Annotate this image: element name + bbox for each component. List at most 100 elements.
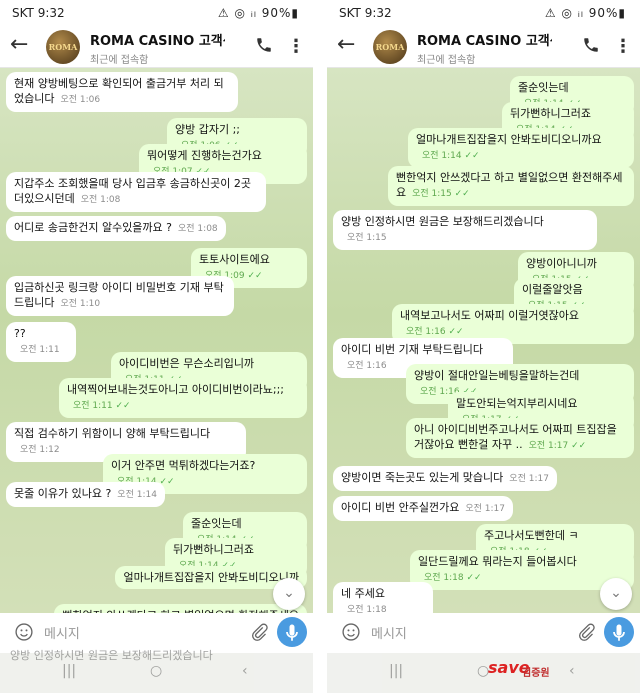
message-time: 오전 1:08: [178, 224, 218, 234]
message-text: 아니 아이디비번주고나서도 어짜피 트집잡을거잖아요 뻔한걸 자꾸 ..: [414, 423, 617, 451]
home-icon[interactable]: ○: [150, 663, 162, 679]
recent-apps-icon[interactable]: |||: [389, 663, 403, 679]
message-time: 오전 1:17 ✓✓: [528, 441, 587, 451]
message-time: 오전 1:16: [347, 361, 387, 371]
read-check-icon: ✓✓: [451, 189, 470, 199]
incoming-message[interactable]: 양방 인정하시면 원금은 보장해드리겠습니다오전 1:15: [333, 210, 597, 250]
read-check-icon: ✓✓: [112, 401, 131, 411]
incoming-message[interactable]: 지갑주소 조회했을때 당사 입금후 송금하신곳이 2곳 더있으시던데 오전 1:0…: [6, 172, 266, 212]
back-arrow-icon[interactable]: ←: [337, 32, 355, 57]
chat-header: ← ROMA ROMA CASINO 고객센 최근에 접속함 ⋮: [0, 26, 313, 68]
incoming-message[interactable]: 어디로 송금한건지 알수있을까요 ? 오전 1:08: [6, 216, 226, 241]
microphone-icon: [613, 624, 625, 641]
emoji-icon[interactable]: [341, 622, 361, 642]
message-text: 뒤가뻔하니그러죠: [510, 107, 591, 120]
message-text: 어디로 송금한건지 알수있을까요 ?: [14, 221, 173, 234]
message-time: 오전 1:14: [117, 490, 157, 500]
message-text: 아이디 비번 안주실껀가요: [341, 501, 460, 514]
avatar[interactable]: ROMA: [373, 30, 407, 64]
watermark-logo: save 검증원: [478, 650, 634, 690]
message-text: 직접 검수하기 위함이니 양해 부탁드립니다: [14, 427, 211, 440]
screenshot-root: SKT 9:32 ⚠ ◎ ᵢₗ 90%▮ ← ROMA ROMA CASINO …: [0, 0, 640, 693]
emoji-icon[interactable]: [14, 622, 34, 642]
attachment-icon[interactable]: [249, 622, 269, 642]
attachment-icon[interactable]: [576, 622, 596, 642]
message-input[interactable]: 메시지: [371, 623, 407, 642]
incoming-message[interactable]: ?? 오전 1:11: [6, 322, 76, 362]
outgoing-message[interactable]: 뻔한억지 안쓰겠다고 하고 별일없으면 환전해주세요 오전 1:15 ✓✓: [388, 166, 634, 206]
message-input-bar: 메시지: [327, 613, 640, 653]
phone-call-icon[interactable]: [255, 36, 273, 54]
message-text: 뭐어떻게 진행하는건가요: [147, 149, 262, 162]
voice-record-button[interactable]: [277, 617, 307, 647]
message-time: 오전 1:11 ✓✓: [73, 401, 131, 411]
read-check-icon: ✓✓: [244, 271, 263, 281]
recent-apps-icon[interactable]: |||: [62, 663, 76, 679]
message-input[interactable]: 메시지: [44, 623, 80, 642]
message-text: 양방이면 죽는곳도 있는게 맞습니다: [341, 471, 504, 484]
more-options-icon[interactable]: ⋮: [287, 36, 305, 57]
message-text: 얼마나개트집잡을지 안봐도비디오니까: [123, 571, 299, 584]
message-text: 내역찍어보내는것도아니고 아이디비번이라뇨;;;: [67, 383, 285, 396]
message-text: 일단드릴께요 뭐라는지 들어봅시다: [418, 555, 577, 568]
message-time: 오전 1:15: [347, 233, 387, 243]
incoming-message[interactable]: 현재 양방베팅으로 확인되어 출금거부 처리 되었습니다 오전 1:06: [6, 72, 238, 112]
incoming-message[interactable]: 입금하신곳 링크랑 아이디 비밀번호 기재 부탁드립니다 오전 1:10: [6, 276, 234, 316]
read-check-icon: ✓✓: [568, 441, 587, 451]
phone-call-icon[interactable]: [582, 36, 600, 54]
message-text: 아이디 비번 기재 부탁드립니다: [341, 343, 484, 356]
message-text: 얼마나개트집잡을지 안봐도비디오니까요: [416, 133, 602, 146]
chat-title-block[interactable]: ROMA CASINO 고객센 최근에 접속함: [90, 30, 225, 66]
message-time: 오전 1:08: [80, 195, 121, 205]
system-nav-bar: 양방 인정하시면 원금은 보장해드리겠습니다 ||| ○ ‹: [0, 649, 313, 693]
message-text: 이거 안주면 먹튀하겠다는거죠?: [111, 459, 256, 472]
incoming-message[interactable]: 아이디 비번 안주실껀가요 오전 1:17: [333, 496, 513, 521]
status-indicators: ⚠ ◎ ᵢₗ 90%▮: [217, 6, 299, 20]
scroll-down-button[interactable]: ⌄: [600, 578, 632, 610]
chat-title: ROMA CASINO 고객센: [90, 34, 225, 49]
message-text: 이럴줄알앗음: [522, 283, 583, 296]
message-text: 양방이 절대안일는베팅을말하는건데: [414, 369, 580, 382]
read-check-icon: ✓✓: [461, 151, 480, 161]
chat-header: ← ROMA ROMA CASINO 고객센 최근에 접속함 ⋮: [327, 26, 640, 68]
message-time: 오전 1:06: [60, 95, 101, 105]
message-time: 오전 1:17: [509, 474, 549, 484]
incoming-message[interactable]: 못줄 이유가 있나요 ? 오전 1:14: [6, 482, 165, 507]
message-list[interactable]: 현재 양방베팅으로 확인되어 출금거부 처리 되었습니다 오전 1:06 양방 갑자…: [0, 68, 313, 613]
watermark-org: 검증원: [522, 668, 550, 679]
system-back-icon[interactable]: ‹: [242, 663, 248, 679]
message-text: 말도안되는억지부리시네요: [456, 397, 578, 410]
message-text: 입금하신곳 링크랑 아이디 비밀번호 기재 부탁드립니다: [14, 281, 224, 309]
outgoing-message[interactable]: 일단드릴께요 뭐라는지 들어봅시다오전 1:18 ✓✓: [410, 550, 634, 590]
chat-title: ROMA CASINO 고객센: [417, 34, 552, 49]
back-arrow-icon[interactable]: ←: [10, 32, 28, 57]
message-time: 오전 1:12: [20, 445, 60, 455]
message-text: 네 주세요: [341, 587, 385, 600]
incoming-message[interactable]: 양방이면 죽는곳도 있는게 맞습니다 오전 1:17: [333, 466, 557, 491]
status-time: SKT 9:32: [12, 6, 65, 20]
more-options-icon[interactable]: ⋮: [614, 36, 632, 57]
message-text: 내역보고나서도 어짜피 이럴거엿잖아요: [400, 309, 580, 322]
message-text: 지갑주소 조회했을때 당사 입금후 송금하신곳이 2곳 더있으시던데: [14, 177, 251, 205]
voice-record-button[interactable]: [604, 617, 634, 647]
outgoing-message[interactable]: 아니 아이디비번주고나서도 어짜피 트집잡을거잖아요 뻔한걸 자꾸 .. 오전 1…: [406, 418, 634, 458]
read-check-icon: ✓✓: [445, 327, 464, 337]
avatar[interactable]: ROMA: [46, 30, 80, 64]
outgoing-message[interactable]: 뻔한억지 안쓰겠다고 하고 별일없으면 환전해주세요: [54, 604, 307, 613]
scroll-down-button[interactable]: ⌄: [273, 578, 305, 610]
incoming-message[interactable]: 네 주세요오전 1:18: [333, 582, 433, 613]
message-text: 줄순잇는데: [191, 517, 242, 530]
chat-subtitle: 최근에 접속함: [417, 55, 476, 66]
message-text: 토토사이트에요: [199, 253, 270, 266]
phone-screen-right: SKT 9:32 ⚠ ◎ ᵢₗ 90%▮ ← ROMA ROMA CASINO …: [327, 0, 640, 693]
message-text: 줄순잇는데: [518, 81, 569, 94]
chat-title-block[interactable]: ROMA CASINO 고객센 최근에 접속함: [417, 30, 552, 66]
chat-subtitle: 최근에 접속함: [90, 55, 149, 66]
message-time: 오전 1:17: [465, 504, 505, 514]
message-list[interactable]: 줄순잇는데오전 1:14 ✓✓뒤가뻔하니그러죠오전 1:14 ✓✓얼마나개트집잡…: [327, 68, 640, 613]
status-bar: SKT 9:32 ⚠ ◎ ᵢₗ 90%▮: [0, 0, 313, 26]
outgoing-message[interactable]: 내역찍어보내는것도아니고 아이디비번이라뇨;;; 오전 1:11 ✓✓: [59, 378, 307, 418]
outgoing-message[interactable]: 얼마나개트집잡을지 안봐도비디오니까요오전 1:14 ✓✓: [408, 128, 634, 168]
message-time: 오전 1:16 ✓✓: [406, 327, 464, 337]
status-bar: SKT 9:32 ⚠ ◎ ᵢₗ 90%▮: [327, 0, 640, 26]
